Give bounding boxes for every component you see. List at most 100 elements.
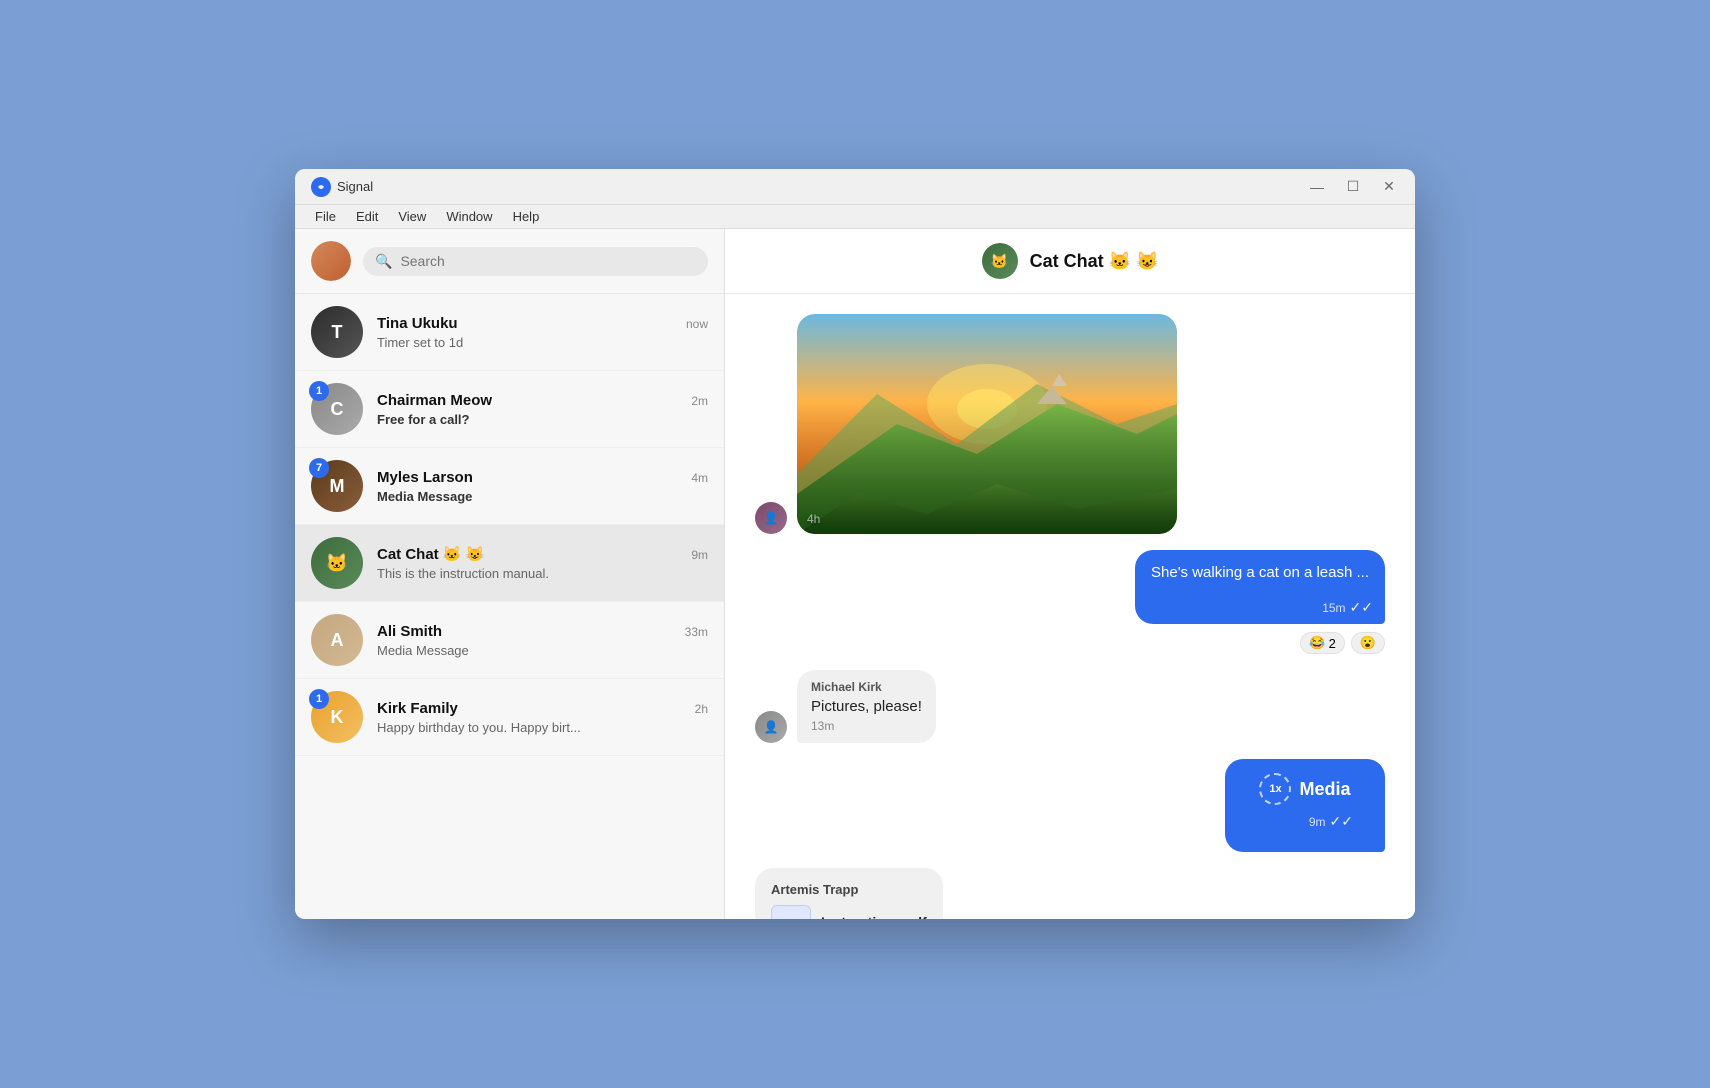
app-body: 🔍 T Tina Ukuku now (295, 229, 1415, 919)
conversation-item-myles[interactable]: M 7 Myles Larson 4m Media Message (295, 448, 724, 525)
app-logo: Signal (311, 177, 1307, 197)
menu-help[interactable]: Help (505, 207, 548, 226)
conv-preview-myles: Media Message (377, 489, 708, 504)
sidebar: 🔍 T Tina Ukuku now (295, 229, 725, 919)
conversation-list: T Tina Ukuku now Timer set to 1d (295, 294, 724, 919)
window-controls: — ☐ ✕ (1307, 177, 1399, 197)
conv-content-ali: Ali Smith 33m Media Message (377, 623, 708, 658)
app-title: Signal (337, 179, 373, 194)
chat-messages: 👤 (725, 294, 1415, 919)
message-text-sent: She's walking a cat on a leash ... (1135, 550, 1385, 595)
conv-name-myles: Myles Larson (377, 469, 473, 486)
maximize-button[interactable]: ☐ (1343, 177, 1363, 197)
menu-bar: File Edit View Window Help (295, 205, 1415, 229)
conv-content-tina: Tina Ukuku now Timer set to 1d (377, 315, 708, 350)
conversation-item-kirk[interactable]: K 1 Kirk Family 2h Happy birthday to you… (295, 679, 724, 756)
avatar-chairman: C 1 (311, 383, 363, 435)
search-input[interactable] (400, 253, 696, 269)
message-meta-media: 9m ✓✓ (1245, 809, 1365, 838)
chat-title: Cat Chat 🐱 😺 (1030, 251, 1159, 272)
conv-name-ali: Ali Smith (377, 623, 442, 640)
michael-sender-name: Michael Kirk (811, 680, 922, 694)
menu-file[interactable]: File (307, 207, 344, 226)
user-avatar[interactable] (311, 241, 351, 281)
conv-preview-tina: Timer set to 1d (377, 335, 708, 350)
conv-content-myles: Myles Larson 4m Media Message (377, 469, 708, 504)
conv-preview-kirk: Happy birthday to you. Happy birt... (377, 720, 708, 735)
close-button[interactable]: ✕ (1379, 177, 1399, 197)
pdf-filename: Instructions.pdf (821, 914, 927, 919)
message-row-image: 👤 (755, 314, 1385, 534)
search-bar[interactable]: 🔍 (363, 247, 708, 276)
conv-time-tina: now (686, 317, 708, 331)
reaction-emoji-laugh: 😂 (1309, 635, 1325, 651)
mountain-photo: 4h (797, 314, 1177, 534)
message-row-sent-text: She's walking a cat on a leash ... 15m ✓… (755, 550, 1385, 654)
unread-badge-myles: 7 (309, 458, 329, 478)
message-bubble-pdf: Artemis Trapp PDF Instructions.pdf 21.04… (755, 868, 943, 919)
message-bubble-sent: She's walking a cat on a leash ... 15m ✓… (1135, 550, 1385, 624)
message-time-sent: 15m (1322, 601, 1345, 615)
sidebar-header: 🔍 (295, 229, 724, 294)
conv-content-chairman: Chairman Meow 2m Free for a call? (377, 392, 708, 427)
conv-name-chairman: Chairman Meow (377, 392, 492, 409)
message-bubble-media: 1x Media 9m ✓✓ (1225, 759, 1385, 852)
message-reactions: 😂 2 😮 (1300, 632, 1385, 654)
conv-time-catchat: 9m (691, 548, 708, 562)
image-timestamp: 4h (807, 512, 820, 526)
sender-avatar-michael: 👤 (755, 711, 787, 743)
pdf-sender-name: Artemis Trapp (771, 882, 927, 897)
pdf-file-info: Instructions.pdf 21.04 KB (821, 914, 927, 919)
unread-badge-kirk: 1 (309, 689, 329, 709)
app-window: Signal — ☐ ✕ File Edit View Window Help … (295, 169, 1415, 919)
conv-name-tina: Tina Ukuku (377, 315, 458, 332)
avatar-ali: A (311, 614, 363, 666)
signal-icon (311, 177, 331, 197)
pdf-file-icon: PDF (771, 905, 811, 919)
chat-header: 🐱 Cat Chat 🐱 😺 (725, 229, 1415, 294)
user-avatar-image (311, 241, 351, 281)
conv-name-kirk: Kirk Family (377, 700, 458, 717)
sender-avatar-image-msg: 👤 (755, 502, 787, 534)
menu-view[interactable]: View (390, 207, 434, 226)
conv-content-catchat: Cat Chat 🐱 😺 9m This is the instruction … (377, 545, 708, 581)
reaction-emoji-wow: 😮 (1360, 635, 1376, 651)
checkmark-icon-media: ✓✓ (1330, 813, 1353, 830)
menu-edit[interactable]: Edit (348, 207, 386, 226)
reaction-wow: 😮 (1351, 632, 1385, 654)
message-bubble-michael: Michael Kirk Pictures, please! 13m (797, 670, 936, 743)
message-row-media: 1x Media 9m ✓✓ (755, 759, 1385, 852)
avatar-tina: T (311, 306, 363, 358)
checkmark-icon: ✓✓ (1350, 599, 1373, 616)
message-time-media: 9m (1309, 815, 1326, 829)
conversation-item-ali[interactable]: A Ali Smith 33m Media Message (295, 602, 724, 679)
conversation-item-catchat[interactable]: 🐱 Cat Chat 🐱 😺 9m This is the instructio… (295, 525, 724, 602)
search-icon: 🔍 (375, 253, 392, 270)
message-bubble-image: 4h (797, 314, 1177, 534)
message-row-pdf: Artemis Trapp PDF Instructions.pdf 21.04… (755, 868, 1385, 919)
michael-message-time: 13m (811, 719, 922, 733)
menu-window[interactable]: Window (438, 207, 500, 226)
pdf-file-container: PDF Instructions.pdf 21.04 KB (771, 905, 927, 919)
michael-message-text: Pictures, please! (811, 698, 922, 715)
media-icon: 1x (1259, 773, 1291, 805)
avatar-myles: M 7 (311, 460, 363, 512)
media-label: Media (1299, 779, 1350, 800)
chat-area: 🐱 Cat Chat 🐱 😺 👤 (725, 229, 1415, 919)
conv-time-kirk: 2h (695, 702, 708, 716)
conversation-item-chairman[interactable]: C 1 Chairman Meow 2m Free for a call? (295, 371, 724, 448)
reaction-laugh: 😂 2 (1300, 632, 1344, 654)
minimize-button[interactable]: — (1307, 177, 1327, 197)
conv-content-kirk: Kirk Family 2h Happy birthday to you. Ha… (377, 700, 708, 735)
conv-time-ali: 33m (685, 625, 708, 639)
conv-time-chairman: 2m (691, 394, 708, 408)
unread-badge-chairman: 1 (309, 381, 329, 401)
avatar-catchat: 🐱 (311, 537, 363, 589)
message-row-michael: 👤 Michael Kirk Pictures, please! 13m (755, 670, 1385, 743)
conversation-item-tina[interactable]: T Tina Ukuku now Timer set to 1d (295, 294, 724, 371)
conv-preview-ali: Media Message (377, 643, 708, 658)
conv-name-catchat: Cat Chat 🐱 😺 (377, 545, 484, 563)
chat-header-avatar: 🐱 (982, 243, 1018, 279)
message-meta-sent: 15m ✓✓ (1135, 595, 1385, 624)
conv-preview-catchat: This is the instruction manual. (377, 566, 708, 581)
